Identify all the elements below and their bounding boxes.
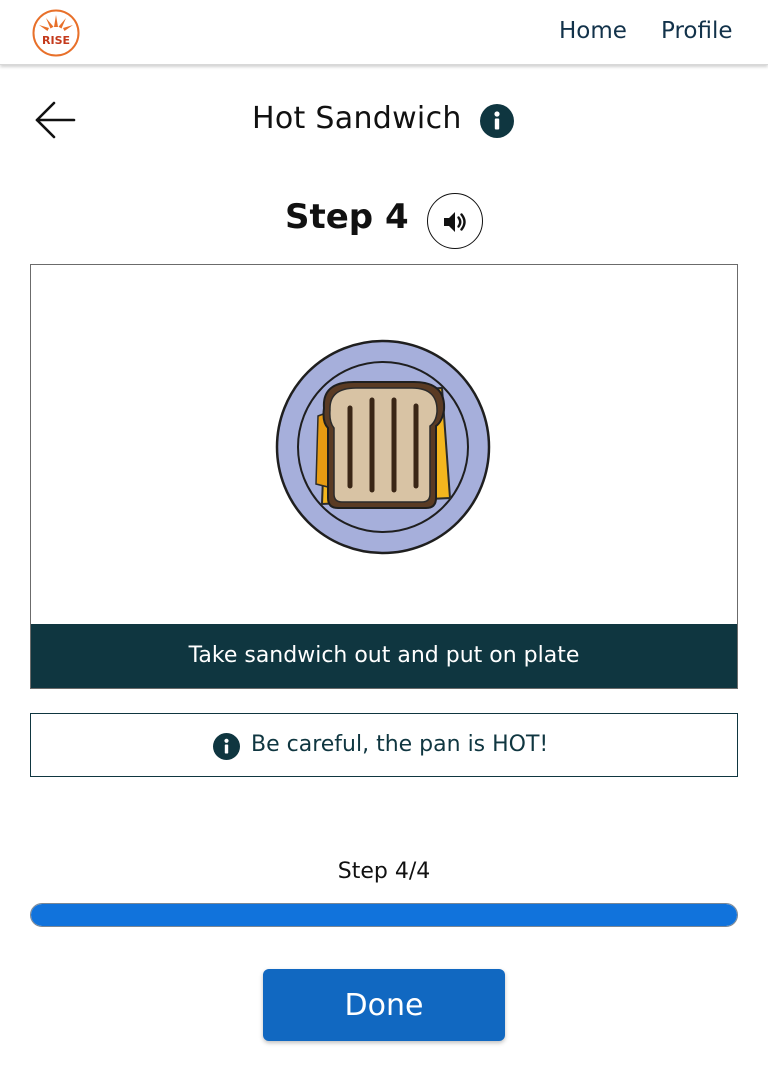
page-title: Hot Sandwich xyxy=(252,101,462,136)
info-icon[interactable] xyxy=(480,104,514,138)
speaker-icon xyxy=(444,212,466,232)
done-button[interactable]: Done xyxy=(263,969,505,1041)
top-navbar: RISE Home Profile xyxy=(0,0,768,65)
progress-label: Step 4/4 xyxy=(337,859,431,884)
info-icon xyxy=(213,733,240,760)
audio-play-button[interactable] xyxy=(427,193,483,249)
logo-lettering: RISE xyxy=(42,34,70,47)
safety-tip-text: Be careful, the pan is HOT! xyxy=(251,732,549,757)
progress-bar xyxy=(30,903,738,927)
sandwich-on-plate-image xyxy=(274,338,492,556)
progress-bar-fill xyxy=(31,904,737,926)
rise-logo[interactable]: RISE xyxy=(31,9,81,57)
step-title: Step 4 xyxy=(285,197,409,237)
step-card: Take sandwich out and put on plate xyxy=(30,264,738,689)
step-caption: Take sandwich out and put on plate xyxy=(31,624,737,688)
back-arrow-icon[interactable] xyxy=(33,100,77,140)
nav-profile-link[interactable]: Profile xyxy=(661,18,733,44)
nav-home-link[interactable]: Home xyxy=(559,18,627,44)
safety-tip-box: Be careful, the pan is HOT! xyxy=(30,713,738,777)
